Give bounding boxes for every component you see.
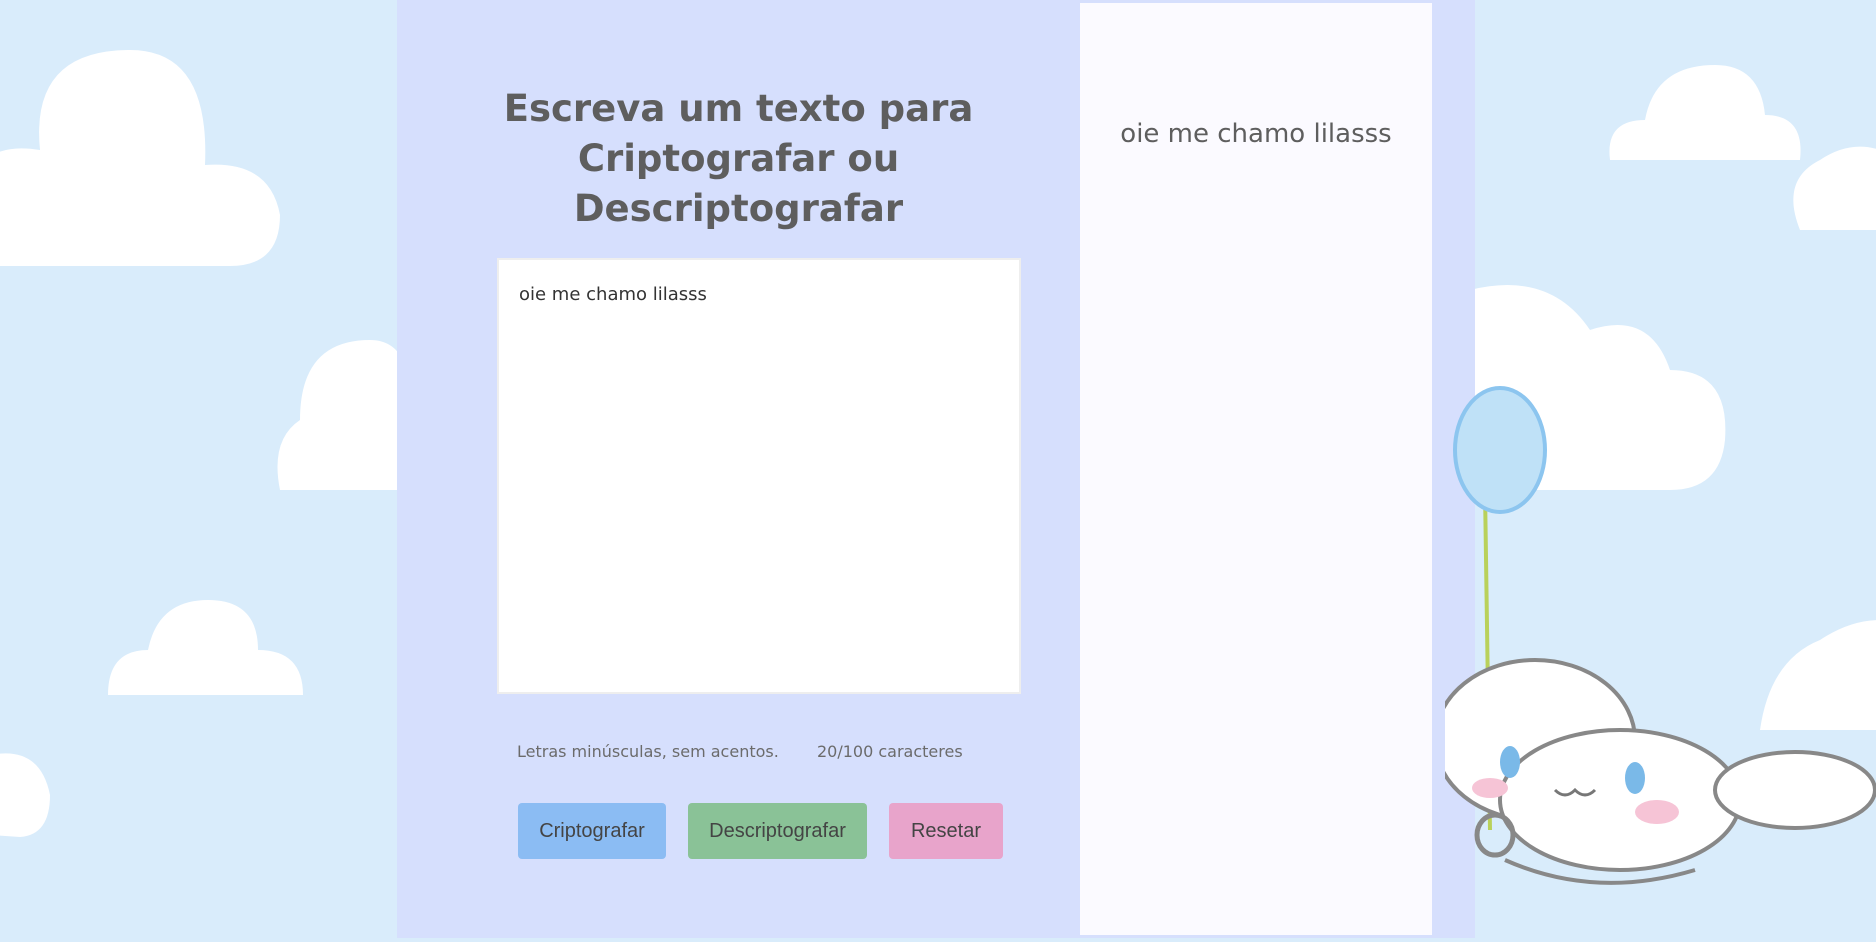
input-panel: Escreva um texto para Criptografar ou De… — [397, 0, 1080, 938]
cloud-icon — [0, 40, 290, 270]
app-container: Escreva um texto para Criptografar ou De… — [397, 0, 1475, 938]
cinnamoroll-balloon-illustration — [1433, 380, 1876, 938]
input-info: Letras minúsculas, sem acentos. 20/100 c… — [517, 742, 1017, 766]
cloud-icon — [1605, 60, 1805, 170]
input-hint: Letras minúsculas, sem acentos. — [517, 742, 779, 761]
title-line: Descriptografar — [573, 187, 904, 230]
output-text: oie me chamo lilasss — [1120, 119, 1392, 149]
title-line: Escreva um texto para — [503, 87, 974, 130]
output-panel: oie me chamo lilasss — [1080, 3, 1432, 935]
page-title: Escreva um texto para Criptografar ou De… — [397, 84, 1080, 234]
text-input[interactable]: oie me chamo lilasss — [497, 258, 1021, 694]
reset-button[interactable]: Resetar — [889, 803, 1003, 859]
character-counter: 20/100 caracteres — [817, 742, 963, 761]
encrypt-button[interactable]: Criptografar — [518, 803, 666, 859]
cloud-icon — [1780, 120, 1876, 240]
cloud-icon — [108, 590, 308, 700]
title-line: Criptografar ou — [577, 137, 900, 180]
cloud-icon — [270, 320, 410, 500]
decrypt-button[interactable]: Descriptografar — [688, 803, 867, 859]
cloud-icon — [0, 745, 60, 845]
